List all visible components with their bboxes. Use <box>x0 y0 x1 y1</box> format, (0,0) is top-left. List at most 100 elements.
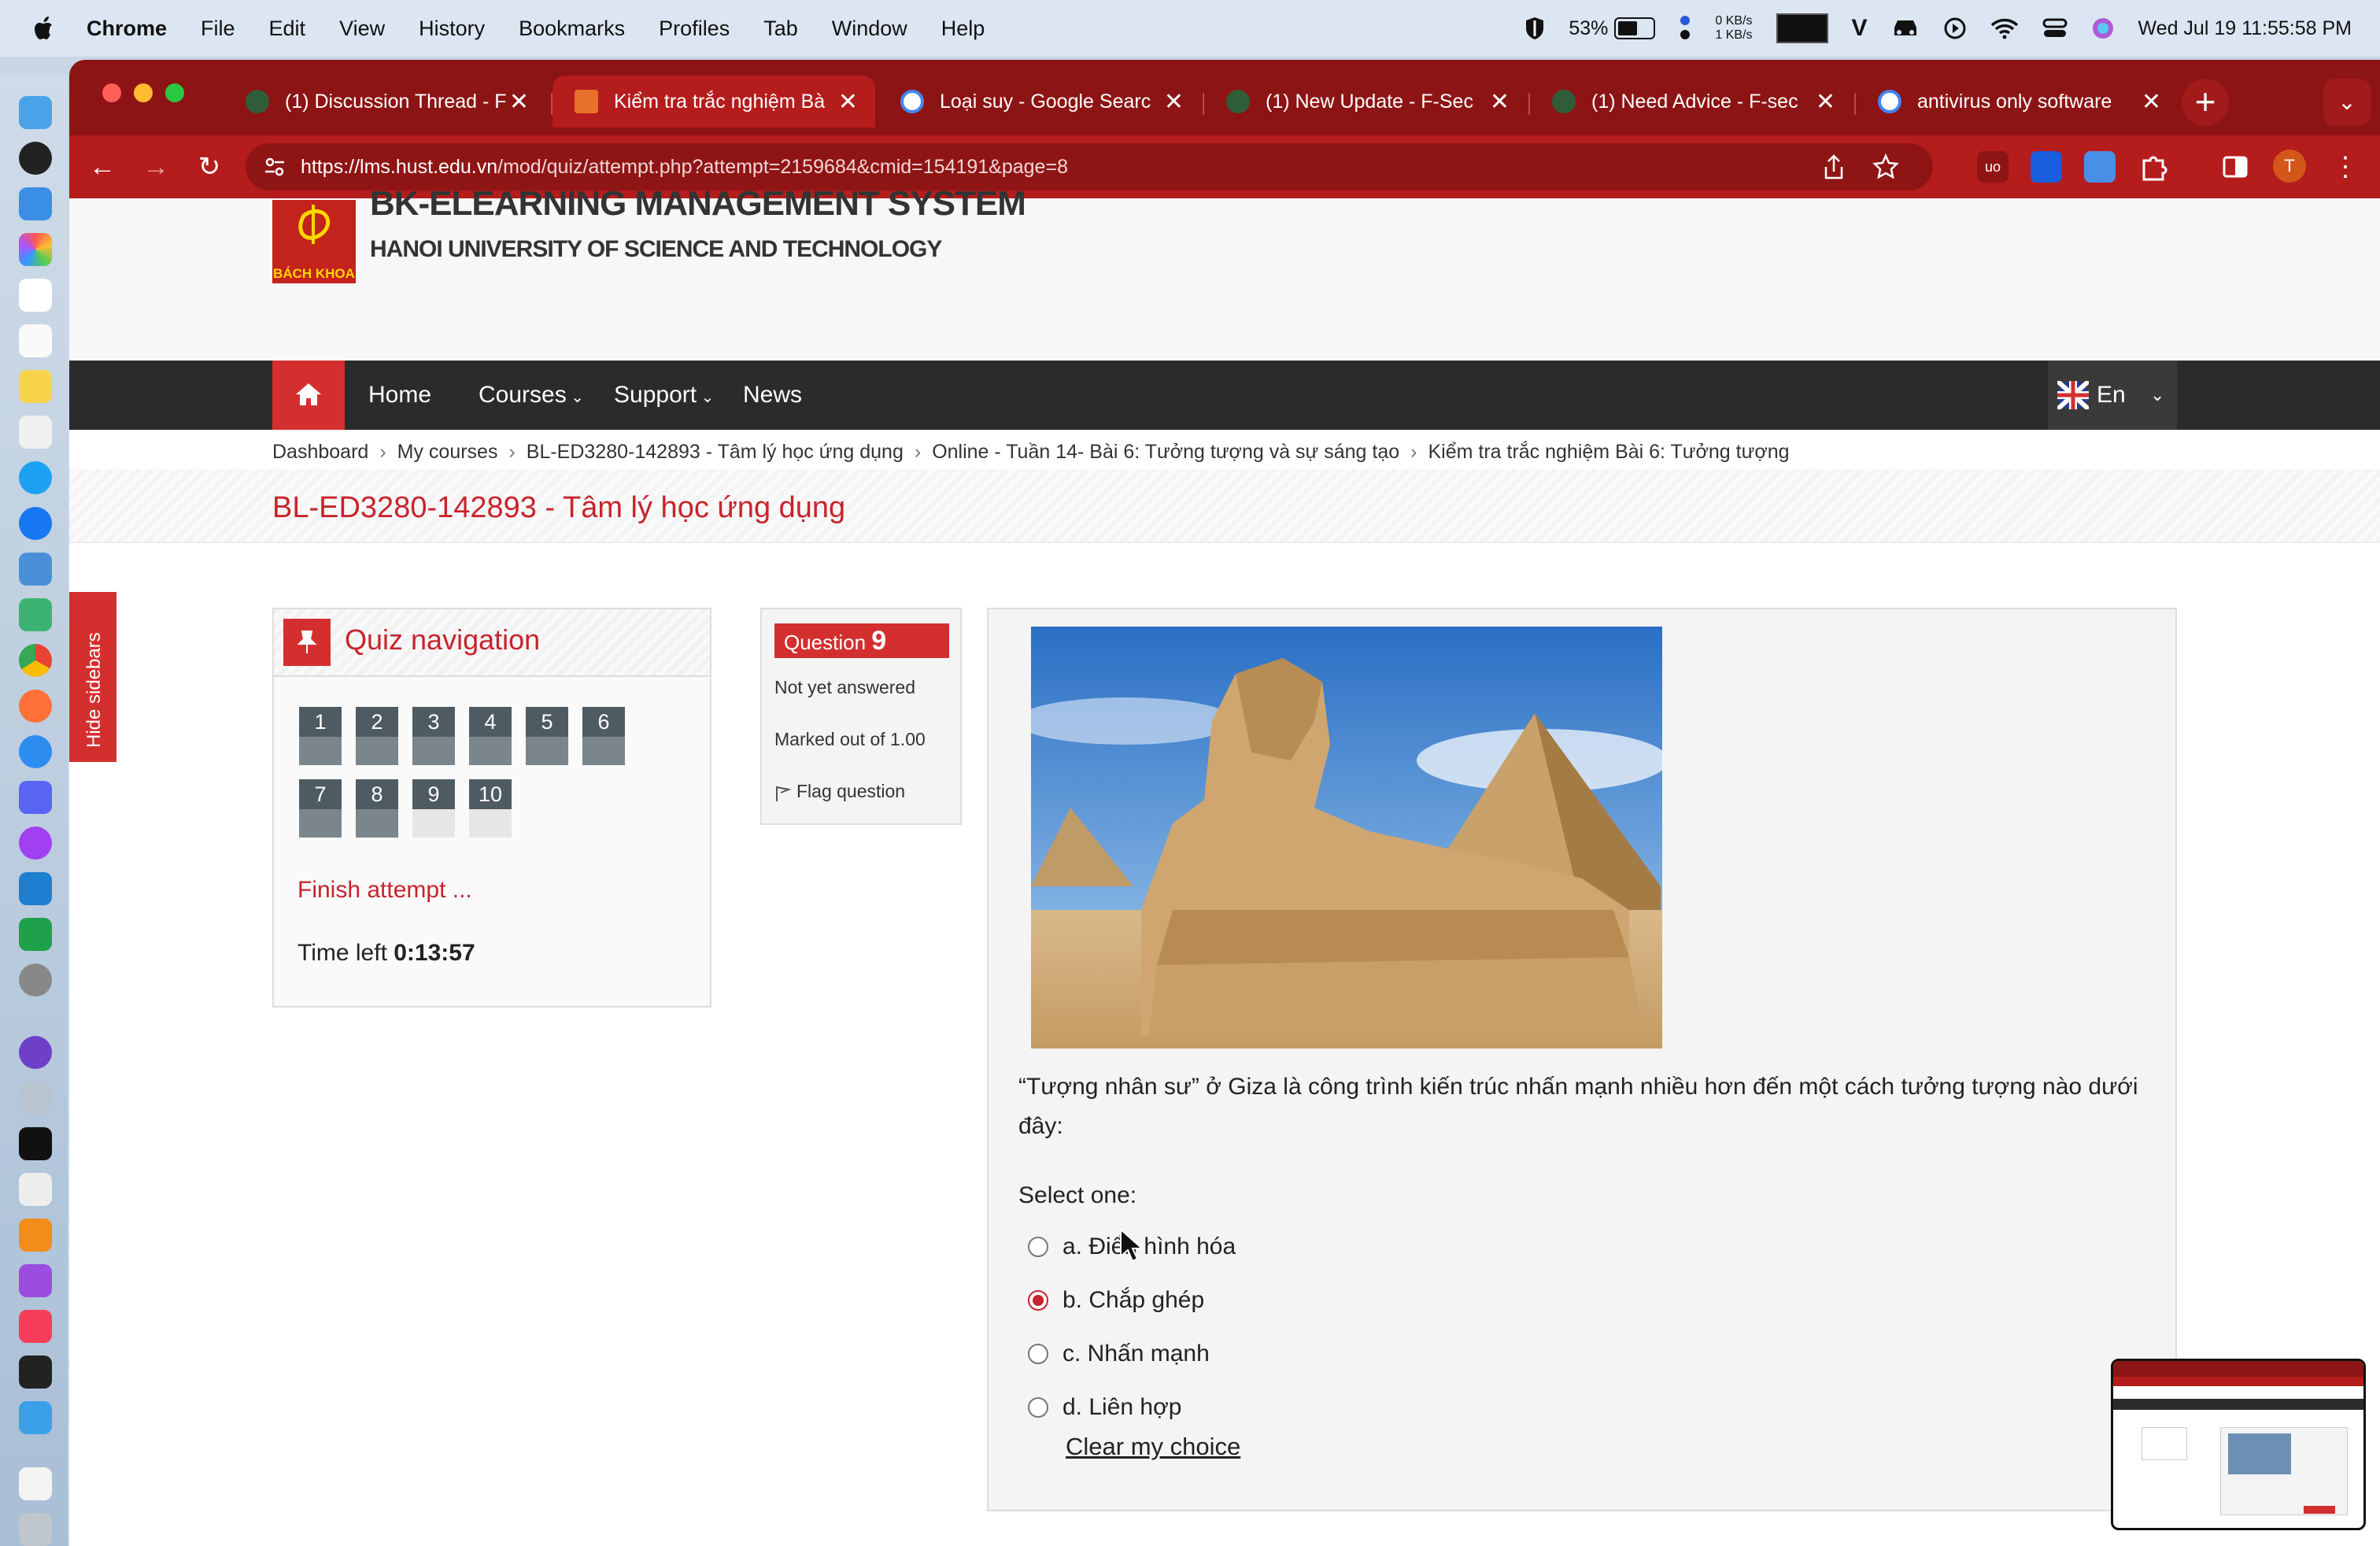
close-tab-icon[interactable]: ✕ <box>2142 88 2161 116</box>
site-settings-icon[interactable] <box>263 155 286 179</box>
mail-icon[interactable] <box>19 187 52 220</box>
piano-icon[interactable] <box>19 1356 52 1389</box>
extensions-puzzle-icon[interactable] <box>2138 151 2169 183</box>
breadcrumb-course[interactable]: BL-ED3280-142893 - Tâm lý học ứng dụng <box>527 441 904 463</box>
tab-3[interactable]: Loại suy - Google Searc ✕ <box>878 76 1201 128</box>
files-icon[interactable] <box>19 416 52 449</box>
menu-history[interactable]: History <box>419 17 485 41</box>
disk-utility-icon[interactable] <box>19 1082 52 1115</box>
notes-icon[interactable] <box>19 370 52 403</box>
facebook-icon[interactable] <box>19 507 52 540</box>
back-button[interactable]: ← <box>83 148 121 186</box>
language-selector[interactable]: En ⌄ <box>2048 361 2177 430</box>
ublock-extension-icon[interactable]: uo <box>1977 151 2009 183</box>
tab-search-button[interactable]: ⌄ <box>2323 79 2371 126</box>
finder-icon[interactable] <box>19 96 52 129</box>
menu-help[interactable]: Help <box>941 17 985 41</box>
reminders-icon[interactable] <box>19 324 52 357</box>
v-app-icon[interactable]: V <box>1852 15 1868 42</box>
network-monitor[interactable]: 0 KB/s 1 KB/s <box>1715 14 1752 43</box>
radio-button[interactable] <box>1028 1397 1048 1418</box>
radio-button[interactable] <box>1028 1290 1048 1311</box>
tab-6[interactable]: antivirus only software ✕ <box>1856 76 2179 128</box>
close-tab-icon[interactable]: ✕ <box>509 88 529 116</box>
tab-5[interactable]: (1) Need Advice - F-sec ✕ <box>1530 76 1853 128</box>
music-icon[interactable] <box>19 1310 52 1343</box>
settings-icon[interactable] <box>19 963 52 997</box>
activity-graph-icon[interactable] <box>1776 13 1828 43</box>
trash-icon[interactable] <box>19 1513 52 1546</box>
breadcrumb-dashboard[interactable]: Dashboard <box>272 441 368 463</box>
quiz-nav-question-4[interactable]: 4 <box>469 707 512 765</box>
answer-label[interactable]: d. Liên hợp <box>1062 1394 1181 1421</box>
close-tab-icon[interactable]: ✕ <box>1816 88 1835 116</box>
chrome-icon[interactable] <box>19 644 52 677</box>
car-icon[interactable] <box>1891 17 1920 40</box>
nav-support[interactable]: Support ⌄ <box>614 361 714 430</box>
nav-courses[interactable]: Courses ⌄ <box>479 361 584 430</box>
siri-icon[interactable] <box>2091 17 2115 40</box>
wifi-icon[interactable] <box>1990 17 2019 39</box>
finish-attempt-link[interactable]: Finish attempt ... <box>298 877 472 904</box>
app-store-icon[interactable] <box>19 1401 52 1434</box>
play-circle-icon[interactable] <box>1943 17 1967 40</box>
quiz-nav-question-9[interactable]: 9 <box>412 779 455 838</box>
close-tab-icon[interactable]: ✕ <box>838 88 858 116</box>
tab-4[interactable]: (1) New Update - F-Sec ✕ <box>1204 76 1527 128</box>
control-center-icon[interactable] <box>2042 17 2068 39</box>
photos-icon[interactable] <box>19 233 52 266</box>
menu-bookmarks[interactable]: Bookmarks <box>519 17 625 41</box>
menu-window[interactable]: Window <box>832 17 907 41</box>
screenshot-thumbnail-preview[interactable] <box>2111 1359 2366 1530</box>
quiz-nav-question-7[interactable]: 7 <box>299 779 342 838</box>
terminal-icon[interactable] <box>19 1127 52 1160</box>
clock-app-icon[interactable] <box>19 142 52 175</box>
calendar-icon[interactable] <box>19 279 52 312</box>
radio-button[interactable] <box>1028 1237 1048 1257</box>
answer-option-b[interactable]: b. Chắp ghép <box>1028 1285 1204 1316</box>
weather-icon[interactable] <box>19 553 52 586</box>
share-icon[interactable] <box>1820 153 1848 181</box>
answer-option-d[interactable]: d. Liên hợp <box>1028 1392 1181 1423</box>
quiz-nav-question-3[interactable]: 3 <box>412 707 455 765</box>
chrome-menu-button[interactable]: ⋮ <box>2326 148 2364 186</box>
forward-button[interactable]: → <box>137 148 175 186</box>
messenger-icon[interactable] <box>19 827 52 860</box>
twitter-icon[interactable] <box>19 461 52 494</box>
course-title[interactable]: BL-ED3280-142893 - Tâm lý học ứng dụng <box>272 491 845 525</box>
flag-question-button[interactable]: Flag question <box>774 781 905 803</box>
profile-avatar[interactable]: T <box>2273 150 2306 183</box>
home-icon-button[interactable] <box>272 361 345 430</box>
quiz-nav-question-6[interactable]: 6 <box>582 707 625 765</box>
translate-extension-icon[interactable] <box>2084 151 2116 183</box>
quiz-nav-question-1[interactable]: 1 <box>299 707 342 765</box>
tab-2[interactable]: Kiểm tra trắc nghiệm Bà ✕ <box>552 76 875 128</box>
hide-sidebars-button[interactable]: Hide sidebars <box>69 592 116 762</box>
reload-button[interactable]: ↻ <box>190 148 228 186</box>
address-bar[interactable]: https://lms.hust.edu.vn/mod/quiz/attempt… <box>246 143 1933 190</box>
breadcrumb-my-courses[interactable]: My courses <box>397 441 498 463</box>
control-dots-icon[interactable] <box>1679 14 1691 43</box>
answer-label[interactable]: c. Nhấn mạnh <box>1062 1341 1210 1367</box>
minimize-window-button[interactable] <box>134 83 153 102</box>
discord-icon[interactable] <box>19 781 52 814</box>
answer-option-c[interactable]: c. Nhấn mạnh <box>1028 1338 1210 1370</box>
menu-view[interactable]: View <box>339 17 385 41</box>
menu-app-name[interactable]: Chrome <box>87 17 167 41</box>
close-tab-icon[interactable]: ✕ <box>1490 88 1510 116</box>
quiz-nav-question-10[interactable]: 10 <box>469 779 512 838</box>
bitwarden-extension-icon[interactable] <box>2031 151 2062 183</box>
menu-edit[interactable]: Edit <box>269 17 306 41</box>
quiz-nav-question-8[interactable]: 8 <box>356 779 398 838</box>
clear-choice-link[interactable]: Clear my choice <box>1066 1433 1240 1461</box>
document-icon[interactable] <box>19 1467 52 1500</box>
vscode-icon[interactable] <box>19 872 52 905</box>
nav-news[interactable]: News <box>743 361 802 430</box>
apple-icon[interactable] <box>28 13 60 44</box>
bookmark-star-icon[interactable] <box>1872 153 1900 181</box>
podcasts-icon[interactable] <box>19 1264 52 1297</box>
zoom-window-button[interactable] <box>165 83 184 102</box>
close-window-button[interactable] <box>102 83 121 102</box>
breadcrumb-quiz[interactable]: Kiểm tra trắc nghiệm Bài 6: Tưởng tượng <box>1428 441 1789 463</box>
textedit-icon[interactable] <box>19 1173 52 1206</box>
